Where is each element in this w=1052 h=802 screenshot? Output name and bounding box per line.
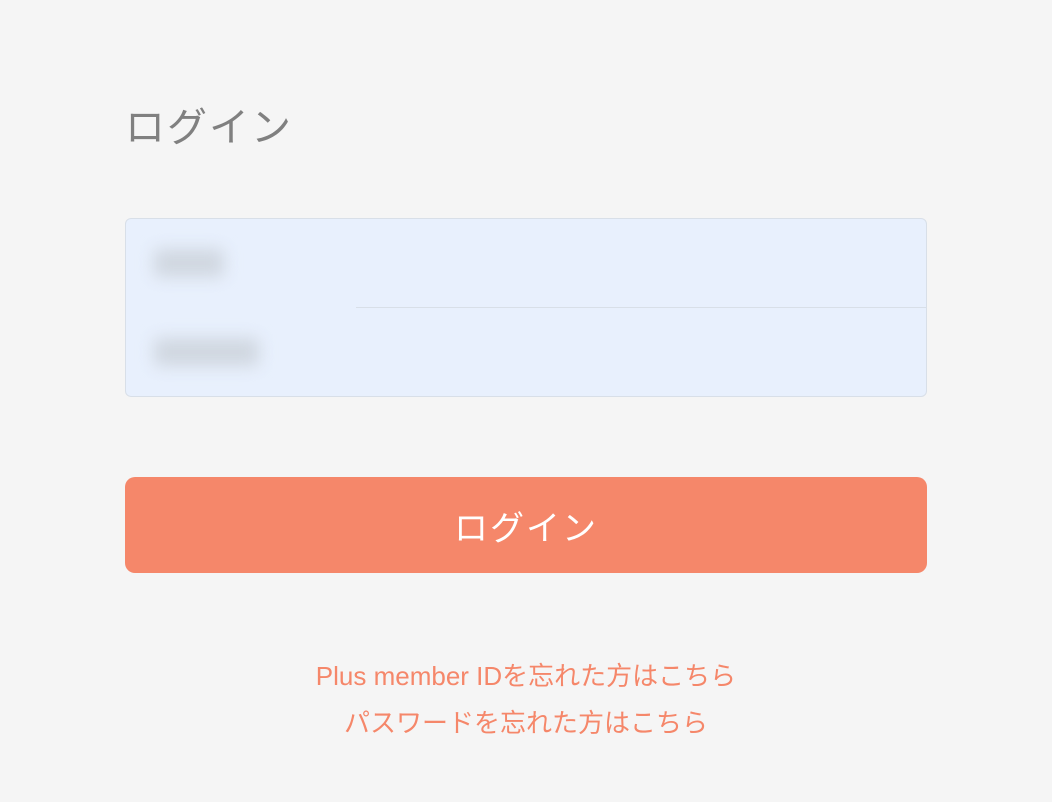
username-input[interactable] [126, 219, 926, 307]
links-section: Plus member IDを忘れた方はこちら パスワードを忘れた方はこちら [125, 653, 927, 747]
page-title: ログイン [125, 95, 927, 153]
username-placeholder-blurred [154, 249, 224, 277]
input-group [125, 218, 927, 397]
password-input[interactable] [126, 308, 926, 396]
password-placeholder-blurred [154, 338, 259, 366]
forgot-password-link[interactable]: パスワードを忘れた方はこちら [125, 700, 927, 747]
login-button[interactable]: ログイン [125, 477, 927, 573]
login-container: ログイン ログイン Plus member IDを忘れた方はこちら パスワードを… [0, 0, 1052, 747]
forgot-member-id-link[interactable]: Plus member IDを忘れた方はこちら [125, 653, 927, 700]
